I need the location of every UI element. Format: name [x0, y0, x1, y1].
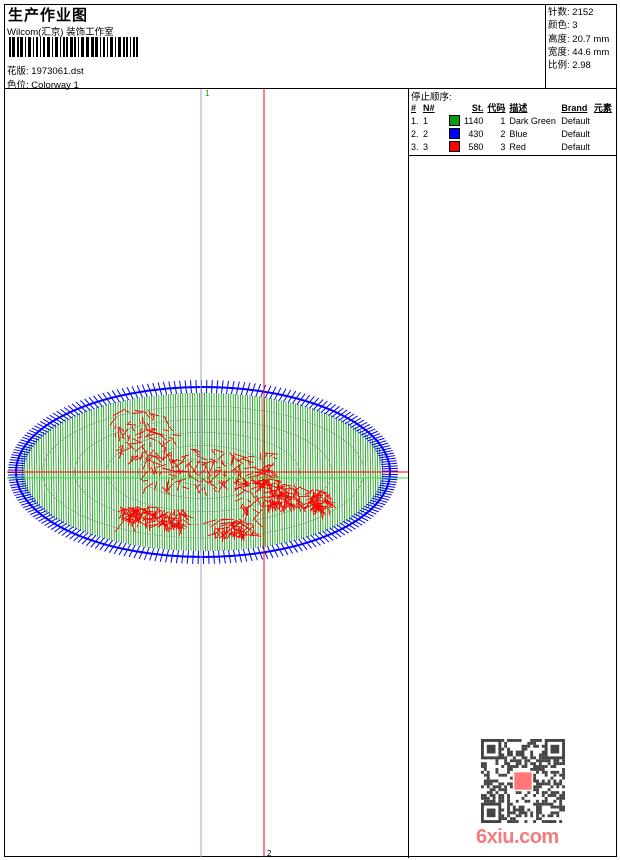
color-swatch — [447, 114, 462, 127]
stat-colors: 颜色: 3 — [548, 20, 578, 32]
marker-1: 1 — [205, 89, 210, 98]
element — [592, 114, 614, 127]
design-label: 花版: — [7, 66, 29, 77]
stitch-count: 430 — [468, 128, 484, 139]
barcode — [9, 37, 140, 57]
row-index: 2. — [411, 128, 419, 139]
design-file-value: 1973061.dst — [31, 66, 84, 77]
table-row[interactable]: 1. 1 1140 1 Dark Green Default — [409, 114, 614, 127]
color-description: Dark Green — [509, 115, 556, 126]
color-code: 1 — [500, 115, 506, 126]
stat-scale: 比例: 2.98 — [548, 60, 591, 72]
site-logo: 6xiu.com — [476, 826, 559, 848]
design-file: 花版: 1973061.dst — [7, 63, 84, 77]
marker-2: 2 — [267, 849, 272, 857]
studio-name: Wilcom(汇京) 装饰工作室 — [7, 27, 114, 38]
table-row[interactable]: 3. 3 580 3 Red Default — [409, 140, 614, 153]
row-index: 3. — [411, 141, 419, 152]
color-description: Red — [509, 141, 526, 152]
design-stats: 针数: 2152 颜色: 3 高度: 20.7 mm 宽度: 44.6 mm 比… — [548, 6, 609, 72]
stat-width: 宽度: 44.6 mm — [548, 46, 610, 58]
element — [592, 140, 614, 153]
stop-sequence-table: # N# St. 代码 描述 Brand 元素 1. 1 1140 1 Dark… — [409, 101, 614, 153]
needle-number: 3 — [423, 141, 429, 152]
stat-stitches: 针数: 2152 — [548, 7, 594, 18]
qr-code[interactable] — [481, 739, 565, 823]
page-title: 生产作业图 — [8, 7, 89, 24]
color-swatch — [447, 127, 462, 140]
stats-divider — [545, 4, 546, 89]
needle-number: 1 — [423, 115, 429, 126]
stitch-count: 580 — [468, 141, 484, 152]
element — [592, 127, 614, 140]
stitch-count: 1140 — [464, 115, 484, 126]
needle-number: 2 — [423, 128, 429, 139]
row-index: 1. — [411, 115, 419, 126]
color-description: Blue — [509, 128, 528, 139]
embroidery-canvas: 1 2 — [7, 89, 408, 857]
thread-brand: Default — [561, 128, 590, 139]
table-row[interactable]: 2. 2 430 2 Blue Default — [409, 127, 614, 140]
thread-brand: Default — [561, 115, 590, 126]
stat-height: 高度: 20.7 mm — [548, 33, 610, 45]
color-code: 2 — [500, 128, 506, 139]
color-swatch — [447, 140, 462, 153]
thread-brand: Default — [561, 141, 590, 152]
right-panel-divider — [408, 88, 409, 858]
color-code: 3 — [500, 141, 506, 152]
table-header: # N# St. 代码 描述 Brand 元素 — [411, 102, 612, 114]
table-divider — [408, 155, 617, 156]
